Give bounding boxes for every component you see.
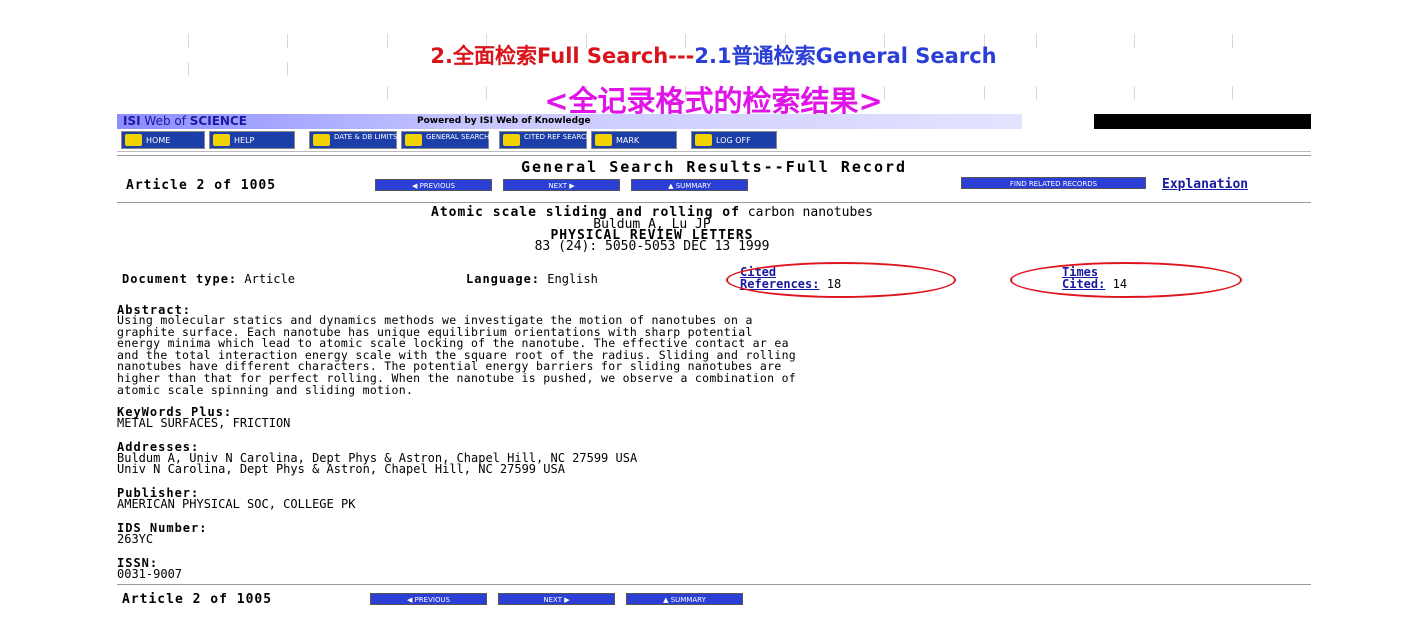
- publisher-value: AMERICAN PHYSICAL SOC, COLLEGE PK: [117, 497, 356, 511]
- logo-science: SCIENCE: [189, 114, 247, 128]
- highlight-oval-cited-references: [726, 262, 956, 298]
- logo-web-of: Web of: [144, 114, 186, 128]
- cited-ref-search-button[interactable]: CITED REF SEARCH: [499, 131, 591, 149]
- wos-logo: ISI Web of SCIENCE: [123, 114, 247, 129]
- mark-icon: [595, 134, 612, 146]
- slide-title-prefix: 2.全面检索Full Search---: [430, 44, 695, 68]
- document-type-value: Article: [244, 272, 295, 286]
- explanation-link[interactable]: Explanation: [1162, 177, 1248, 192]
- home-button[interactable]: HOME: [121, 131, 205, 149]
- mark-label: MARK: [616, 136, 640, 145]
- article-counter-bottom: Article 2 of 1005: [122, 592, 273, 607]
- record-title-rest: carbon nanotubes: [739, 205, 873, 220]
- date-limits-label: DATE & DB LIMITS: [334, 133, 398, 141]
- wos-banner: ISI Web of SCIENCE Powered by ISI Web of…: [117, 114, 1311, 129]
- date-limits-button[interactable]: DATE & DB LIMITS: [309, 131, 397, 149]
- home-label: HOME: [146, 136, 171, 145]
- issn-value: 0031-9007: [117, 567, 183, 581]
- language-row: Language: English: [466, 272, 598, 286]
- help-button[interactable]: HELP: [209, 131, 295, 149]
- language-label: Language:: [466, 272, 541, 286]
- home-icon: [125, 134, 142, 146]
- general-search-button[interactable]: GENERAL SEARCH: [401, 131, 489, 149]
- language-value: English: [547, 272, 598, 286]
- article-counter: Article 2 of 1005: [126, 178, 277, 193]
- toolbar: HOME HELP DATE & DB LIMITS GENERAL SEARC…: [117, 129, 1311, 152]
- results-heading: General Search Results--Full Record: [520, 158, 908, 176]
- magnifier-icon: [503, 134, 520, 146]
- general-search-label: GENERAL SEARCH: [426, 133, 490, 141]
- banner-black-bar: [1094, 114, 1311, 129]
- logoff-button[interactable]: LOG OFF: [691, 131, 777, 149]
- slide-title: 2.全面检索Full Search---2.1普通检索General Searc…: [0, 40, 1427, 70]
- address-line-2: Univ N Carolina, Dept Phys & Astron, Cha…: [117, 462, 565, 476]
- record-citation: 83 (24): 5050-5053 DEC 13 1999: [534, 239, 770, 254]
- divider: [117, 584, 1311, 585]
- calendar-icon: [313, 134, 330, 146]
- logo-isi: ISI: [123, 114, 141, 128]
- next-button[interactable]: NEXT ▶: [503, 179, 620, 191]
- summary-button-bottom[interactable]: ▲ SUMMARY: [626, 593, 743, 605]
- cited-ref-label: CITED REF SEARCH: [524, 133, 592, 141]
- slide-title-suffix: 2.1普通检索General Search: [694, 44, 997, 68]
- search-icon: [405, 134, 422, 146]
- help-label: HELP: [234, 136, 255, 145]
- document-type-label: Document type:: [122, 272, 238, 286]
- previous-button[interactable]: ◀ PREVIOUS: [375, 179, 492, 191]
- previous-button-bottom[interactable]: ◀ PREVIOUS: [370, 593, 487, 605]
- ids-number-value: 263YC: [117, 532, 154, 546]
- keywords-value: METAL SURFACES, FRICTION: [117, 416, 291, 430]
- divider: [117, 202, 1311, 203]
- help-icon: [213, 134, 230, 146]
- powered-by-text: Powered by ISI Web of Knowledge: [417, 116, 591, 126]
- logoff-icon: [695, 134, 712, 146]
- find-related-records-button[interactable]: FIND RELATED RECORDS: [961, 177, 1146, 189]
- next-button-bottom[interactable]: NEXT ▶: [498, 593, 615, 605]
- highlight-oval-times-cited: [1010, 262, 1242, 298]
- document-type-row: Document type: Article: [122, 272, 295, 286]
- abstract-text: Using molecular statics and dynamics met…: [117, 313, 797, 397]
- divider: [117, 155, 1311, 156]
- mark-button[interactable]: MARK: [591, 131, 677, 149]
- logoff-label: LOG OFF: [716, 136, 751, 145]
- summary-button[interactable]: ▲ SUMMARY: [631, 179, 748, 191]
